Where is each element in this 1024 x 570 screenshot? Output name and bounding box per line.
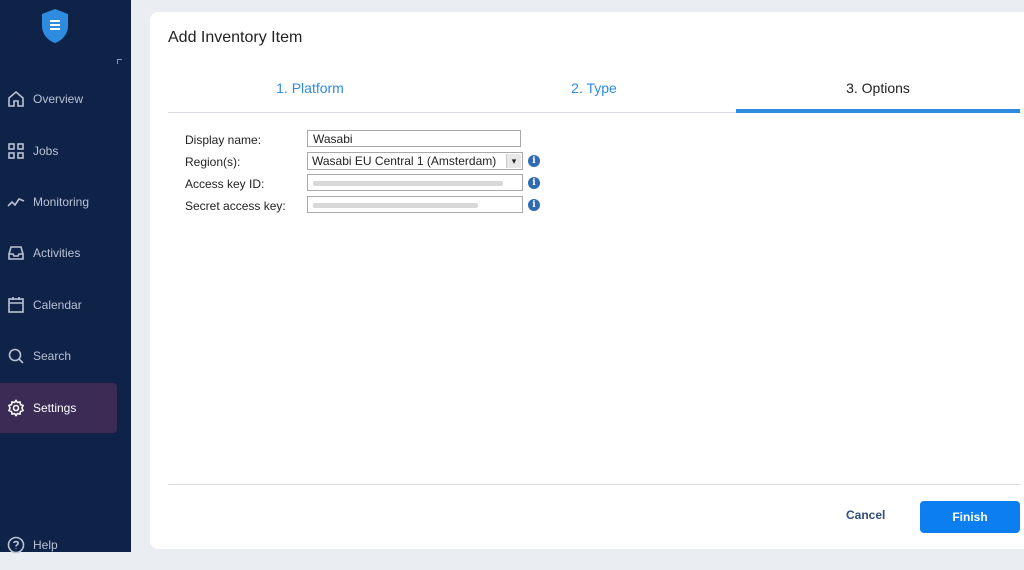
secret-key-field[interactable] — [307, 196, 523, 213]
regions-select[interactable]: Wasabi EU Central 1 (Amsterdam) ▾ — [307, 152, 523, 170]
cancel-button[interactable]: Cancel — [846, 508, 885, 522]
app-logo-icon[interactable] — [40, 8, 70, 44]
sidebar-item-jobs[interactable]: Jobs — [0, 126, 117, 176]
activity-line-icon — [6, 192, 26, 212]
display-name-row: Display name: — [185, 130, 585, 150]
masked-value — [313, 181, 503, 186]
regions-label: Region(s): — [185, 155, 241, 169]
sidebar-item-monitoring[interactable]: Monitoring — [0, 177, 117, 227]
display-name-label: Display name: — [185, 133, 262, 147]
sidebar-item-activities[interactable]: Activities — [0, 228, 117, 278]
access-key-label: Access key ID: — [185, 177, 265, 191]
gear-icon — [6, 398, 26, 418]
sidebar-item-label: Settings — [33, 401, 77, 415]
sidebar-item-label: Monitoring — [33, 195, 90, 209]
help-icon — [6, 535, 26, 555]
wizard-tabs: 1. Platform 2. Type 3. Options — [168, 78, 1021, 113]
inbox-icon — [6, 243, 26, 263]
sidebar-item-label: Overview — [33, 92, 84, 106]
sidebar-item-calendar[interactable]: Calendar — [0, 280, 117, 330]
dialog-title: Add Inventory Item — [168, 29, 303, 46]
secret-key-label: Secret access key: — [185, 199, 286, 213]
info-icon[interactable]: i — [528, 199, 540, 211]
sidebar-item-label: Calendar — [33, 298, 82, 312]
masked-value — [313, 203, 478, 208]
sidebar-item-overview[interactable]: Overview — [0, 74, 117, 124]
collapse-sidebar-icon[interactable] — [117, 59, 122, 64]
footer-divider — [168, 484, 1021, 485]
tab-type[interactable]: 2. Type — [452, 78, 736, 112]
sidebar-item-help[interactable]: Help — [0, 520, 117, 570]
tab-platform[interactable]: 1. Platform — [168, 78, 452, 112]
regions-row: Region(s): Wasabi EU Central 1 (Amsterda… — [185, 152, 585, 172]
sidebar-item-label: Search — [33, 349, 72, 363]
sidebar-item-label: Activities — [33, 246, 81, 260]
calendar-icon — [6, 295, 26, 315]
chevron-down-icon: ▾ — [506, 154, 521, 168]
secret-key-row: Secret access key: i — [185, 196, 585, 216]
add-inventory-dialog: Add Inventory Item 1. Platform 2. Type 3… — [150, 12, 1024, 549]
sidebar-item-search[interactable]: Search — [0, 331, 117, 381]
display-name-field[interactable] — [307, 130, 521, 147]
sidebar-item-label: Jobs — [33, 144, 59, 158]
home-icon — [6, 89, 26, 109]
regions-selected-value: Wasabi EU Central 1 (Amsterdam) — [312, 154, 497, 168]
access-key-row: Access key ID: i — [185, 174, 585, 194]
search-icon — [6, 346, 26, 366]
info-icon[interactable]: i — [528, 155, 540, 167]
sidebar-item-settings[interactable]: Settings — [0, 383, 117, 433]
access-key-field[interactable] — [307, 174, 523, 191]
finish-button[interactable]: Finish — [920, 501, 1020, 533]
info-icon[interactable]: i — [528, 177, 540, 189]
tab-options[interactable]: 3. Options — [736, 78, 1020, 113]
sidebar-item-label: Help — [33, 538, 58, 552]
sidebar: Overview Jobs Monitoring Activities Cale… — [0, 0, 131, 554]
grid-icon — [6, 141, 26, 161]
